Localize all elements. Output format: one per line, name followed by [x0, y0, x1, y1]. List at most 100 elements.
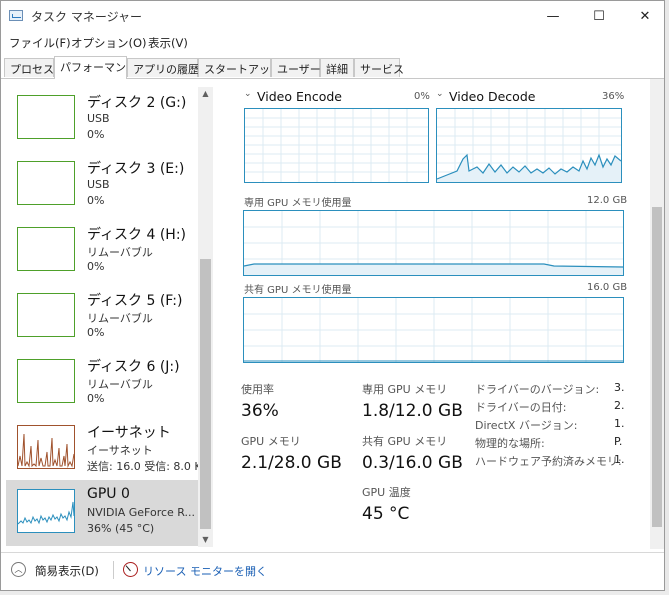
resource-item-name: ディスク 6 (J:)	[87, 359, 180, 375]
resource-item-disk-5[interactable]: ディスク 5 (F:) リムーバブル 0%	[6, 287, 198, 353]
disk-6-thumbnail-graph	[17, 359, 75, 403]
video-decode-title: Video Decode	[449, 89, 536, 104]
scroll-down-arrow-icon[interactable]: ▼	[198, 533, 213, 547]
resource-item-usage: 36% (45 °C)	[87, 522, 155, 535]
tab-startup[interactable]: スタートアップ	[198, 58, 281, 77]
resource-item-type: USB	[87, 178, 110, 191]
driver-date-label: ドライバーの日付:	[475, 401, 567, 414]
resource-item-name: GPU 0	[87, 486, 130, 502]
directx-version-value: 1.	[614, 417, 625, 430]
video-encode-grid	[245, 109, 428, 182]
video-encode-expander-icon[interactable]: ⌄	[244, 89, 252, 99]
scrollbar-thumb[interactable]	[652, 207, 662, 527]
physical-location-value: P.	[614, 435, 623, 448]
shared-memory-graph	[243, 297, 624, 363]
resource-item-ethernet[interactable]: イーサネット イーサネット 送信: 16.0 受信: 8.0 K	[6, 419, 199, 485]
dedicated-memory-graph-max: 12.0 GB	[587, 195, 628, 206]
driver-version-label: ドライバーのバージョン:	[475, 383, 600, 396]
resource-item-disk-2[interactable]: ディスク 2 (G:) USB 0%	[6, 89, 198, 155]
usage-label: 使用率	[241, 383, 274, 396]
ethernet-sparkline	[17, 433, 75, 468]
dedicated-memory-value: 1.8/12.0 GB	[362, 401, 463, 421]
ethernet-thumbnail-graph	[17, 425, 75, 469]
disk-5-thumbnail-graph	[17, 293, 75, 337]
shared-memory-chart	[244, 298, 623, 362]
title-bar[interactable]: タスク マネージャー — ☐ ✕	[1, 1, 664, 31]
dedicated-memory-graph	[243, 210, 624, 276]
shared-memory-graph-max: 16.0 GB	[587, 282, 628, 293]
disk-2-thumbnail-graph	[17, 95, 75, 139]
tab-app-history[interactable]: アプリの履歴	[127, 58, 199, 77]
menu-options[interactable]: オプション(O)	[71, 35, 147, 51]
open-resource-monitor-link[interactable]: リソース モニターを開く	[143, 563, 267, 579]
dedicated-memory-graph-label: 専用 GPU メモリ使用量	[244, 198, 352, 209]
resource-item-name: ディスク 3 (E:)	[87, 161, 185, 177]
menu-view[interactable]: 表示(V)	[148, 35, 188, 51]
chevron-up-icon[interactable]: ︿	[11, 562, 26, 577]
maximize-button[interactable]: ☐	[576, 1, 622, 31]
minimize-button[interactable]: —	[530, 1, 576, 31]
footer-divider	[113, 561, 114, 579]
resource-list-scrollbar[interactable]: ▲ ▼	[198, 87, 213, 547]
task-manager-icon	[9, 10, 23, 21]
tab-performance[interactable]: パフォーマンス	[54, 56, 137, 79]
close-button[interactable]: ✕	[622, 1, 664, 31]
resource-item-usage: 0%	[87, 260, 105, 273]
gpu-memory-value: 2.1/28.0 GB	[241, 453, 342, 473]
tab-strip: プロセス パフォーマンス アプリの履歴 スタートアップ ユーザー 詳細 サービス	[1, 56, 664, 79]
resource-item-usage: 0%	[87, 194, 105, 207]
video-encode-title: Video Encode	[257, 89, 342, 104]
menu-file[interactable]: ファイル(F)	[9, 35, 71, 51]
resource-item-disk-4[interactable]: ディスク 4 (H:) リムーバブル 0%	[6, 221, 198, 287]
video-decode-value: 36%	[602, 91, 625, 102]
gpu-0-thumbnail-graph	[17, 489, 75, 533]
resource-item-name: イーサネット	[87, 425, 171, 441]
driver-version-value: 3.	[614, 381, 625, 394]
video-encode-graph	[244, 108, 429, 183]
tab-processes[interactable]: プロセス	[4, 58, 54, 77]
details-scrollbar[interactable]	[650, 79, 664, 549]
video-decode-expander-icon[interactable]: ⌄	[436, 89, 444, 99]
resource-item-name: ディスク 5 (F:)	[87, 293, 183, 309]
gpu-sparkline	[17, 501, 75, 525]
resource-item-gpu-0[interactable]: GPU 0 NVIDIA GeForce R... 36% (45 °C)	[6, 480, 198, 546]
video-decode-chart	[437, 109, 621, 182]
tab-services[interactable]: サービス	[354, 58, 404, 77]
footer-bar: ︿ 簡易表示(D) リソース モニターを開く	[1, 552, 664, 590]
reserved-memory-value: 1.	[614, 453, 625, 466]
resource-item-name: ディスク 2 (G:)	[87, 95, 187, 111]
fewer-details-button[interactable]: 簡易表示(D)	[35, 563, 99, 579]
usage-value: 36%	[241, 401, 279, 421]
resource-item-type: リムーバブル	[87, 378, 153, 391]
resource-item-type: NVIDIA GeForce R...	[87, 506, 196, 519]
shared-memory-graph-label: 共有 GPU メモリ使用量	[244, 285, 352, 296]
menu-bar: ファイル(F) オプション(O) 表示(V)	[1, 32, 664, 52]
resource-monitor-icon[interactable]	[123, 562, 138, 577]
dedicated-memory-label: 専用 GPU メモリ	[362, 383, 448, 396]
resource-item-type: リムーバブル	[87, 246, 153, 259]
resource-item-usage: 0%	[87, 392, 105, 405]
gpu-memory-label: GPU メモリ	[241, 435, 301, 448]
gpu-temperature-value: 45 °C	[362, 504, 410, 524]
dedicated-memory-chart	[244, 211, 623, 275]
tab-details[interactable]: 詳細	[320, 58, 354, 77]
resource-item-usage: 0%	[87, 326, 105, 339]
gpu-temperature-label: GPU 温度	[362, 486, 411, 499]
resource-list: ディスク 2 (G:) USB 0% ディスク 3 (E:) USB 0% ディ…	[1, 79, 214, 549]
scrollbar-thumb[interactable]	[200, 259, 211, 529]
disk-4-thumbnail-graph	[17, 227, 75, 271]
resource-item-type: USB	[87, 112, 110, 125]
resource-item-usage: 送信: 16.0 受信: 8.0 K	[87, 460, 199, 473]
shared-memory-label: 共有 GPU メモリ	[362, 435, 448, 448]
driver-date-value: 2.	[614, 399, 625, 412]
resource-item-disk-6[interactable]: ディスク 6 (J:) リムーバブル 0%	[6, 353, 198, 419]
reserved-memory-label: ハードウェア予約済みメモリ:	[475, 455, 622, 468]
resource-item-type: リムーバブル	[87, 312, 153, 325]
scroll-up-arrow-icon[interactable]: ▲	[198, 87, 213, 101]
resource-item-disk-3[interactable]: ディスク 3 (E:) USB 0%	[6, 155, 198, 221]
directx-version-label: DirectX バージョン:	[475, 419, 578, 432]
shared-memory-value: 0.3/16.0 GB	[362, 453, 463, 473]
resource-item-usage: 0%	[87, 128, 105, 141]
tab-users[interactable]: ユーザー	[271, 58, 321, 77]
disk-3-thumbnail-graph	[17, 161, 75, 205]
